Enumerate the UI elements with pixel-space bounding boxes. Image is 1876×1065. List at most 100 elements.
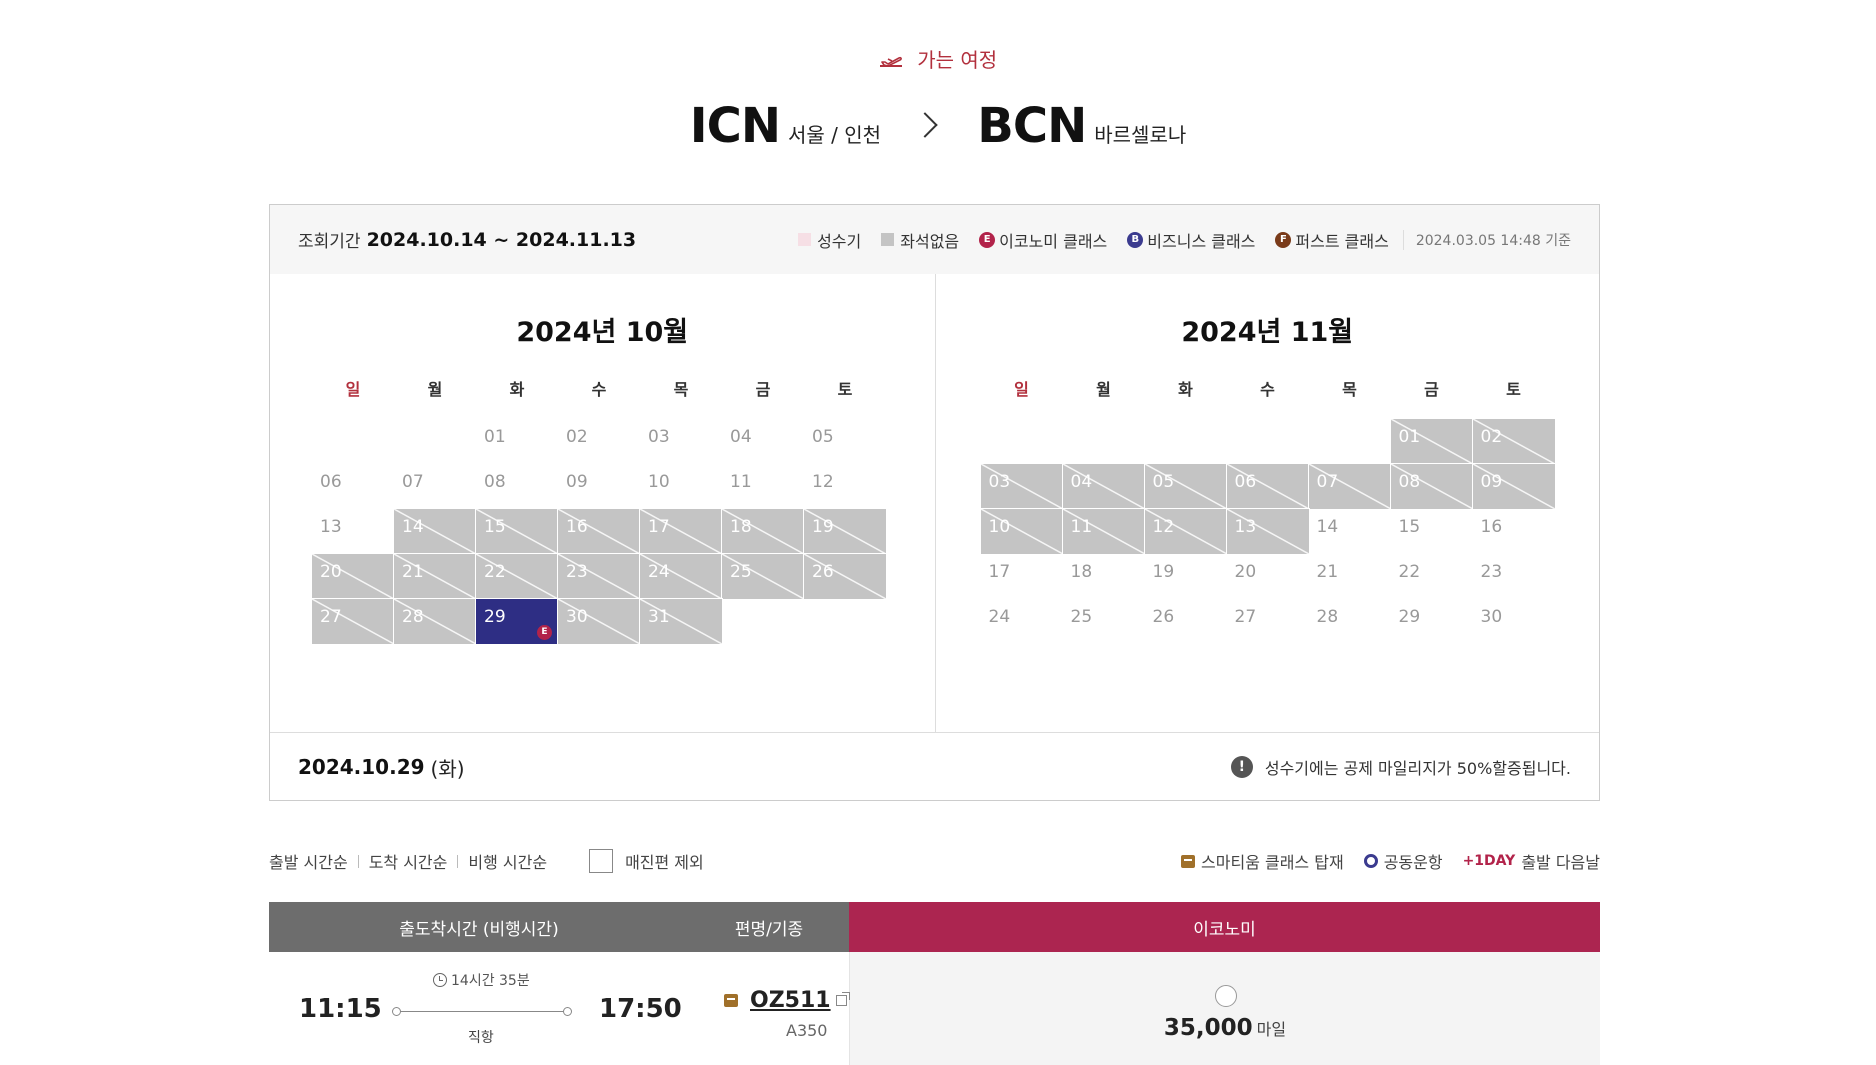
calendar-day-number: 06 — [320, 472, 342, 492]
calendar-day[interactable]: 22 — [475, 553, 559, 600]
calendar-day[interactable]: 17 — [981, 554, 1063, 599]
legend-business: B 비즈니스 클래스 — [1127, 228, 1255, 252]
calendar-day[interactable]: 20 — [311, 553, 395, 600]
trip-direction-label: 가는 여정 — [0, 44, 1876, 74]
calendar-day[interactable]: 01 — [1389, 418, 1474, 465]
calendar-day[interactable]: 25 — [1063, 599, 1145, 644]
calendar-day[interactable]: 03 — [640, 419, 722, 464]
flight-duration: 14시간 35분 — [433, 970, 530, 990]
calendar-day[interactable]: 08 — [476, 464, 558, 509]
calendar-day[interactable]: 05 — [1143, 463, 1228, 510]
calendar-day[interactable]: 18 — [1063, 554, 1145, 599]
calendar-day[interactable]: 07 — [394, 464, 476, 509]
economy-fare-radio[interactable] — [1215, 985, 1237, 1007]
calendar-day[interactable]: 03 — [979, 463, 1064, 510]
aircraft-type: A350 — [786, 1021, 828, 1040]
calendar-day-selected[interactable]: 29 E — [475, 598, 559, 645]
calendar-day-number: 29 — [484, 607, 506, 627]
calendar-day[interactable]: 26 — [803, 553, 887, 600]
calendar-day[interactable]: 09 — [1471, 463, 1556, 510]
calendar-day[interactable]: 16 — [557, 508, 641, 555]
calendar-day[interactable]: 19 — [1145, 554, 1227, 599]
calendar-day[interactable]: 10 — [640, 464, 722, 509]
calendar-day[interactable]: 05 — [804, 419, 886, 464]
legend-codeshare: 공동운항 — [1363, 849, 1443, 873]
divider — [457, 854, 459, 868]
weekday-sat: 토 — [1506, 380, 1521, 399]
calendar-day[interactable]: 18 — [721, 508, 805, 555]
calendar-day[interactable]: 15 — [475, 508, 559, 555]
legend-peak-label: 성수기 — [817, 231, 862, 251]
calendar-day-number: 10 — [648, 472, 670, 492]
calendar-day[interactable]: 14 — [393, 508, 477, 555]
calendar-day[interactable]: 02 — [558, 419, 640, 464]
departure-time: 11:15 — [299, 994, 382, 1024]
calendar-day[interactable]: 26 — [1145, 599, 1227, 644]
weekday-header: 일 월 화 수 목 금 토 — [981, 376, 1555, 400]
calendar-day[interactable]: 23 — [1473, 554, 1555, 599]
calendar-day[interactable]: 22 — [1391, 554, 1473, 599]
calendar-day[interactable]: 04 — [1061, 463, 1146, 510]
calendar-day[interactable]: 12 — [1143, 508, 1228, 555]
calendar-day[interactable]: 17 — [639, 508, 723, 555]
calendar-day[interactable]: 09 — [558, 464, 640, 509]
calendar-day[interactable]: 01 — [476, 419, 558, 464]
calendar-day[interactable]: 14 — [1309, 509, 1391, 554]
calendar-day[interactable]: 24 — [639, 553, 723, 600]
calendar-day[interactable]: 21 — [393, 553, 477, 600]
route-arrow-icon — [912, 112, 938, 138]
calendar-day[interactable]: 06 — [1225, 463, 1310, 510]
calendar-day[interactable]: 19 — [803, 508, 887, 555]
calendar-day[interactable]: 29 — [1391, 599, 1473, 644]
calendar-day[interactable]: 11 — [1061, 508, 1146, 555]
calendar-day[interactable]: 04 — [722, 419, 804, 464]
calendar-day[interactable]: 10 — [979, 508, 1064, 555]
calendar-day[interactable]: 21 — [1309, 554, 1391, 599]
calendar-day[interactable]: 15 — [1391, 509, 1473, 554]
calendar-day[interactable]: 16 — [1473, 509, 1555, 554]
calendar-day[interactable]: 28 — [1309, 599, 1391, 644]
calendar-day[interactable]: 02 — [1471, 418, 1556, 465]
calendar-day[interactable]: 13 — [312, 509, 394, 554]
calendar-day-number: 16 — [1480, 517, 1503, 537]
flight-number-link[interactable]: OZ511 — [750, 988, 831, 1013]
calendar-day[interactable]: 30 — [1473, 599, 1555, 644]
no-seats-swatch — [881, 233, 895, 246]
selected-date-bar: 2024.10.29 (화) ! 성수기에는 공제 마일리지가 50%할증됩니다… — [270, 733, 1599, 801]
calendar-day[interactable]: 31 — [639, 598, 723, 645]
exclude-soldout-toggle[interactable]: 매진편 제외 — [589, 849, 704, 873]
calendar-day-number: 14 — [1316, 517, 1339, 537]
weekday-wed: 수 — [1260, 380, 1275, 399]
weekday-tue: 화 — [1178, 380, 1193, 399]
economy-class-icon: E — [979, 231, 996, 248]
calendar-day[interactable]: 27 — [311, 598, 395, 645]
calendar-day[interactable]: 20 — [1227, 554, 1309, 599]
calendar-day[interactable]: 13 — [1225, 508, 1310, 555]
calendar-day[interactable]: 08 — [1389, 463, 1474, 510]
sort-by-duration[interactable]: 비행 시간순 — [468, 849, 547, 873]
calendar-day-number: 19 — [1152, 562, 1175, 582]
exclude-soldout-label: 매진편 제외 — [625, 853, 704, 872]
external-link-icon[interactable] — [835, 992, 850, 1006]
calendar-day[interactable]: 07 — [1307, 463, 1392, 510]
calendar-day[interactable]: 25 — [721, 553, 805, 600]
calendar-day[interactable]: 30 — [557, 598, 641, 645]
exclude-soldout-checkbox[interactable] — [589, 849, 614, 873]
calendar-day[interactable]: 28 — [393, 598, 477, 645]
sort-by-arrival[interactable]: 도착 시간순 — [369, 849, 448, 873]
calendar-day-number: 27 — [320, 607, 342, 627]
economy-fare-cell[interactable]: 35,000 마일 — [849, 952, 1600, 1065]
table-header: 출도착시간 (비행시간) 편명/기종 이코노미 — [269, 902, 1600, 952]
calendar-day[interactable]: 11 — [722, 464, 804, 509]
calendar-day[interactable]: 06 — [312, 464, 394, 509]
calendar-day-number: 06 — [1234, 472, 1257, 492]
legend-next-day-label: 출발 다음날 — [1521, 853, 1600, 872]
economy-miles: 35,000 마일 — [850, 1015, 1600, 1041]
calendar-day[interactable]: 27 — [1227, 599, 1309, 644]
arrival-time: 17:50 — [599, 994, 682, 1024]
calendar-day[interactable]: 24 — [981, 599, 1063, 644]
calendar-day-number: 18 — [1070, 562, 1093, 582]
calendar-day[interactable]: 23 — [557, 553, 641, 600]
sort-by-departure[interactable]: 출발 시간순 — [269, 849, 348, 873]
calendar-day[interactable]: 12 — [804, 464, 886, 509]
